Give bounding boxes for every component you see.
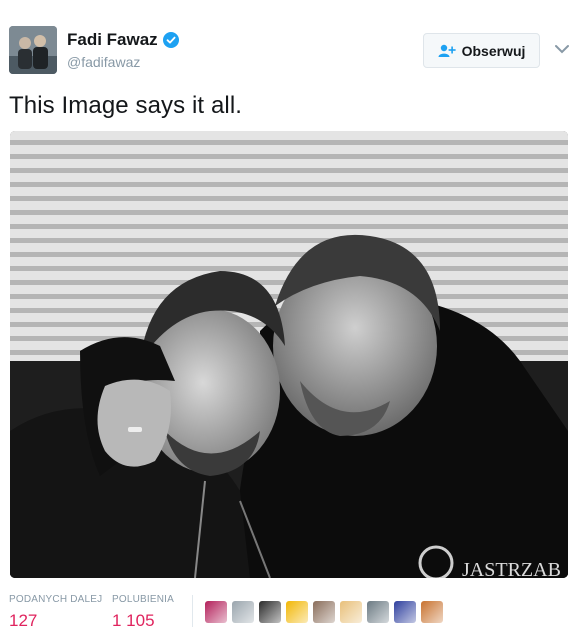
tweet-stats: PODANYCH DALEJ 127 POLUBIENIA 1 105 xyxy=(0,589,581,629)
liker-avatar[interactable] xyxy=(313,601,335,623)
retweets-stat[interactable]: PODANYCH DALEJ 127 xyxy=(9,594,102,629)
liker-avatar[interactable] xyxy=(367,601,389,623)
liker-avatar[interactable] xyxy=(286,601,308,623)
liker-avatar[interactable] xyxy=(259,601,281,623)
stats-divider xyxy=(192,595,193,627)
follow-button-label: Obserwuj xyxy=(461,42,526,59)
liker-avatar[interactable] xyxy=(205,601,227,623)
retweets-count: 127 xyxy=(9,611,38,629)
liker-avatar[interactable] xyxy=(340,601,362,623)
likes-label: POLUBIENIA xyxy=(112,594,175,605)
user-handle[interactable]: @fadifawaz xyxy=(67,54,179,70)
user-avatar[interactable] xyxy=(9,26,57,74)
likes-count: 1 105 xyxy=(112,611,155,629)
tweet-text: This Image says it all. xyxy=(9,92,243,119)
verified-badge-icon xyxy=(162,32,179,48)
likers-avatars xyxy=(205,601,443,623)
likes-stat[interactable]: POLUBIENIA 1 105 xyxy=(112,594,174,629)
photo-watermark: JASTRZAB xyxy=(462,559,561,578)
retweets-label: PODANYCH DALEJ xyxy=(9,594,103,605)
display-name[interactable]: Fadi Fawaz xyxy=(67,30,158,50)
follow-person-plus-icon xyxy=(438,44,456,58)
follow-button[interactable]: Obserwuj xyxy=(423,33,540,68)
tweet-photo[interactable]: JASTRZAB xyxy=(10,131,568,578)
chevron-down-icon[interactable] xyxy=(555,41,569,54)
liker-avatar[interactable] xyxy=(232,601,254,623)
tweet-header: Fadi Fawaz @fadifawaz Obserwuj xyxy=(9,26,572,74)
liker-avatar[interactable] xyxy=(394,601,416,623)
user-name-block[interactable]: Fadi Fawaz @fadifawaz xyxy=(67,30,179,70)
liker-avatar[interactable] xyxy=(421,601,443,623)
